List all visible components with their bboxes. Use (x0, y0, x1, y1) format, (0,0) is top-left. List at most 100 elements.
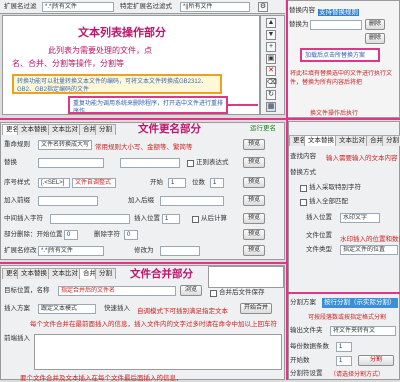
insert-pos-input[interactable]: 1 (162, 214, 180, 224)
merge-preview-box (208, 266, 284, 288)
count-input[interactable]: 1 (336, 342, 352, 352)
prefix-preview-button[interactable]: 预览 (243, 195, 265, 206)
count-label: 每份数据条数 (290, 343, 329, 350)
grid-icon[interactable]: ▦ (266, 102, 276, 112)
rb-tab-text-replace[interactable]: 文本替换 (304, 135, 338, 146)
digits-input[interactable]: 1 (210, 178, 224, 188)
suffix-input[interactable] (160, 196, 224, 206)
cut-len-label: 删除字符 (94, 231, 120, 238)
seq-custom-select[interactable]: 文件自调整式 (72, 178, 116, 188)
rb-tab-text-compare[interactable]: 文本比对 (335, 135, 369, 146)
settings-icon[interactable]: ⚙ (258, 2, 268, 12)
dir-input[interactable]: 指定合并后的文件名 (58, 286, 176, 296)
split-label: 分割方案 (290, 299, 316, 306)
cut-len-input[interactable]: 0 (124, 230, 138, 240)
rule-preview-button[interactable]: 预览 (243, 139, 265, 150)
merge-tab-split[interactable]: 分割 (95, 268, 116, 279)
replace-warning: 将此栏填有替换选中的文件进行执行文件，替换为所有内容后将把 (290, 71, 393, 86)
mid-label: 中间插入字符 (4, 215, 43, 222)
after-merge-checkbox[interactable] (210, 290, 217, 297)
clear-icon[interactable]: ⌫ (266, 78, 277, 88)
list-title: 文本列表操作部分 (78, 27, 166, 39)
merge-tab-text-replace[interactable]: 文本替换 (17, 268, 51, 279)
replace-note: 加载后点击所替换方案 (300, 48, 380, 62)
tab-text-compare[interactable]: 文本比对 (48, 124, 82, 135)
insert-pos-input-rb[interactable]: 水印文字 (340, 213, 380, 223)
run-rename-label[interactable]: 运行更名 (250, 124, 276, 134)
split-select[interactable]: 按行分割（示实际分割） (322, 298, 398, 308)
pink-note: 重复功能为调用系统来删除程序，打开选中文件进行重排序作 (68, 96, 228, 114)
replace-to-input-rename[interactable] (120, 158, 180, 168)
rb-tab-split[interactable]: 分割 (382, 135, 400, 146)
mid-preview-button[interactable]: 预览 (243, 213, 265, 224)
filter-select[interactable]: *.*|所有文件 (42, 2, 114, 12)
split-hint: 可按段落数或按指定格式分割 (308, 315, 387, 321)
replace-content-label: 替换内容 (289, 7, 315, 14)
merge-desc: 每个文件合并在最前面插入的信息，插入文件内的文字过多时请在命令中加以上回车符 (30, 321, 277, 328)
red-note-rb: 水印插入的位置和数量 (340, 236, 400, 243)
insert-select[interactable]: 跟定文本模式 (38, 304, 96, 314)
replace-action-button[interactable]: 删除 (365, 19, 385, 30)
replace-label: 替换 (4, 159, 17, 166)
cut-preview-button[interactable]: 预览 (243, 229, 265, 240)
folder-icon[interactable]: ▣ (266, 54, 276, 64)
file-type-input[interactable]: 指定文件的位置 (340, 245, 398, 255)
ext-select[interactable]: *.*|所有文件 (38, 246, 104, 256)
start-merge-button[interactable]: 开始合并 (240, 303, 272, 314)
after-merge-label: 合并后文件保存 (219, 289, 265, 296)
replace-preview-button[interactable]: 预览 (243, 157, 265, 168)
regex-checkbox[interactable] (187, 160, 194, 167)
replace-input[interactable] (38, 158, 104, 168)
ext-preview-button[interactable]: 预览 (243, 245, 265, 256)
pre-insert-label: 前端插入 (4, 335, 30, 342)
insert-pos-label-rb: 插入位置 (306, 214, 332, 221)
start-input-rb[interactable]: 1 (336, 356, 352, 366)
dir-label: 目标位置，名称 (4, 287, 50, 294)
browse-button[interactable]: 浏览 (180, 285, 202, 296)
pre-insert-textarea[interactable] (34, 334, 282, 370)
tab-split[interactable]: 分割 (95, 124, 116, 135)
rename-top-line (0, 118, 286, 120)
rule-select[interactable]: 文件名转换成大写 (38, 140, 92, 150)
type-select[interactable]: *||所有文件 (180, 2, 250, 12)
cut-start-input[interactable]: 0 (64, 230, 78, 240)
rule-hint: 常用规则大小写、金额等、繁简等 (95, 144, 193, 151)
output-input[interactable]: 将文件夹转有文 (330, 326, 396, 336)
suffix-label: 加入后缀 (128, 197, 154, 204)
opt1-checkbox[interactable] (300, 185, 307, 192)
prefix-input[interactable] (38, 196, 98, 206)
up-icon[interactable]: ▲ (266, 18, 276, 28)
rename-title: 文件更名部分 (138, 123, 201, 135)
split-button[interactable]: 分割 (358, 355, 394, 366)
change-label: 修改为 (134, 247, 154, 254)
rule-label: 重命规则 (4, 141, 30, 148)
seq-preview-button[interactable]: 预览 (243, 177, 265, 188)
opt2-checkbox[interactable] (300, 199, 307, 206)
change-input[interactable] (160, 246, 200, 256)
mode-label: 替换方式 (290, 169, 316, 176)
opt2-label: 插入全部匹配 (309, 198, 348, 205)
seq-select[interactable]: [.<SEL>] (38, 178, 70, 188)
down-icon[interactable]: ▼ (266, 30, 276, 40)
type-label: 特定扩展名过滤式 (120, 3, 172, 10)
merge-tab-text-compare[interactable]: 文本比对 (48, 268, 82, 279)
tab-text-replace[interactable]: 文本替换 (17, 124, 51, 135)
find-hint: 输入需要输入的文本内容 (326, 155, 398, 162)
mid-input[interactable] (50, 214, 130, 224)
right-mid-line (287, 118, 400, 120)
refresh-icon[interactable]: ↻ (266, 90, 276, 100)
merge-foot: 要个文件合并及文本插入在每个文件最后面插入的信息， (20, 375, 183, 382)
insert-pos-label: 插入位置 (134, 215, 160, 222)
add-icon[interactable]: + (266, 42, 276, 52)
start-label-rb: 开始数 (290, 357, 310, 364)
start-label: 开始 (150, 179, 163, 186)
delete-icon[interactable]: ✕ (266, 66, 276, 76)
filter-label: 扩展名过滤 (4, 3, 37, 10)
start-input[interactable]: 1 (168, 178, 186, 188)
replace-hint: 支持替换规则 (318, 9, 359, 16)
insert-hint: 自调模式下可插别满足指定文本 (137, 308, 228, 315)
seq-label: 序号样式 (4, 179, 30, 186)
from-end-checkbox[interactable] (192, 216, 199, 223)
replace-to-input[interactable] (310, 20, 362, 30)
replace-action-button-2[interactable]: 删除 (365, 33, 385, 44)
